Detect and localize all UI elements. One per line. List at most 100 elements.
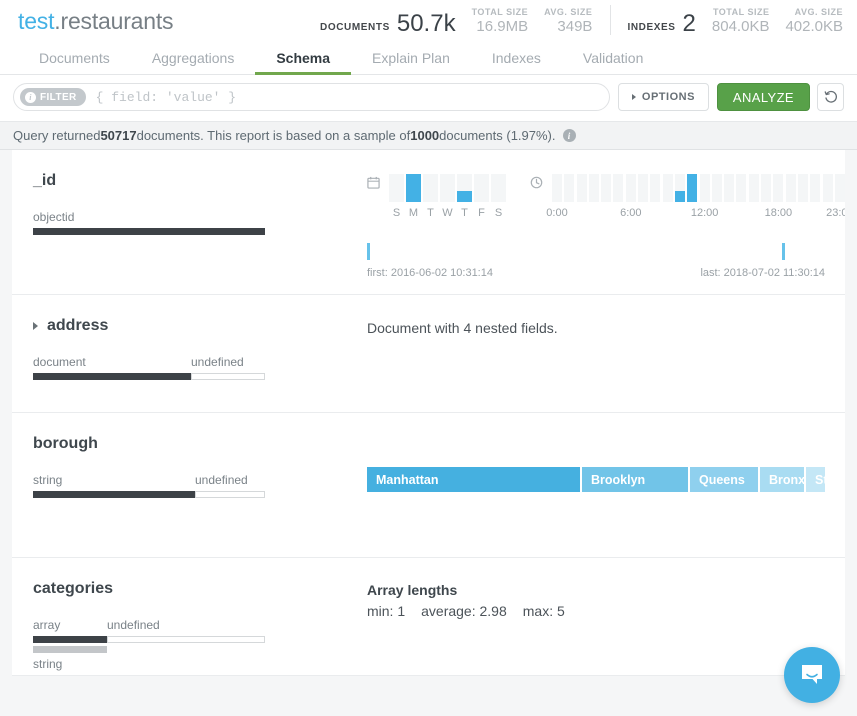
value-bar-staten-island[interactable]: Staten Island [806,467,825,492]
hour-bar-7[interactable] [638,174,649,202]
day-bar-T-4[interactable] [457,174,472,202]
hour-bar-13[interactable] [711,174,722,202]
type-bar-objectid[interactable] [33,228,265,235]
documents-avg-size: AVG. SIZE 349B [544,7,592,35]
tab-documents[interactable]: Documents [18,42,131,74]
value-bar-bronx[interactable]: Bronx [760,467,804,492]
day-bar-M-1[interactable] [406,174,421,202]
field-visualization: Manhattan Brooklyn Queens Bronx Staten Islan… [367,435,845,557]
hour-bar-14[interactable] [724,174,735,202]
type-bar-undefined[interactable] [195,491,265,498]
type-label: undefined [191,355,244,369]
field-name-label: address [47,317,109,334]
sampling-sample-count: 1000 [410,128,440,143]
documents-total-size-value: 16.9MB [476,18,529,35]
day-bar-T-2[interactable] [423,174,438,202]
day-bar-F-5[interactable] [474,174,489,202]
hour-bar-20[interactable] [797,174,808,202]
hour-bar-16[interactable] [748,174,759,202]
tab-indexes[interactable]: Indexes [471,42,562,74]
type-bar-undefined[interactable] [107,636,265,643]
timeline-last-label: last: 2018-07-02 11:30:14 [700,267,825,279]
reset-query-button[interactable] [817,83,844,111]
day-bar-S-0[interactable] [389,174,404,202]
hour-bar-0[interactable] [552,174,562,202]
hour-bar-22[interactable] [822,174,833,202]
array-lengths-block: Array lengths min: 1 average: 2.98 max: 5 [367,580,825,619]
hour-bar-5[interactable] [613,174,624,202]
type-labels: array undefined [33,618,367,633]
schema-field-id: _id objectid S M T W T F S 0:00 6:00 12:00 18:00 23:0… [12,150,845,295]
date-chart-row: SMTWTFS 0:006:0012:0018:0023:00 [367,172,845,221]
field-visualization: Array lengths min: 1 average: 2.98 max: 5 [367,580,845,675]
type-bar-undefined[interactable] [191,373,265,380]
type-bar-row [33,373,367,380]
query-bar: i FILTER { field: 'value' } OPTIONS ANAL… [0,75,857,121]
stats-divider [610,4,612,35]
day-tick: T [461,207,468,219]
hour-bar-11[interactable] [687,174,698,202]
hour-bar-4[interactable] [601,174,612,202]
field-info: categories array undefined string [12,580,367,675]
type-bar-string[interactable] [33,646,107,653]
type-breakdown: objectid [33,210,367,235]
type-bar-array[interactable] [33,636,107,643]
options-button[interactable]: OPTIONS [617,83,709,111]
field-info: borough string undefined [12,435,367,557]
date-field-charts: SMTWTFS0:006:0012:0018:0023:00first: 201… [367,172,845,289]
field-name[interactable]: categories [33,580,367,598]
tab-explain-plan[interactable]: Explain Plan [351,42,471,74]
value-bar-label: Brooklyn [591,472,646,487]
day-bar-W-3[interactable] [440,174,455,202]
type-label: string [33,473,63,487]
type-label: document [33,355,86,369]
type-labels: objectid [33,210,367,225]
tab-validation[interactable]: Validation [562,42,664,74]
documents-count: 50.7k [396,9,456,37]
tab-aggregations[interactable]: Aggregations [131,42,256,74]
sampling-info-icon[interactable]: i [562,129,576,142]
sampling-prefix: Query returned [13,128,101,143]
hour-bar-23[interactable] [834,174,845,202]
hour-bar-12[interactable] [699,174,710,202]
type-breakdown: string undefined [33,473,367,498]
tab-schema[interactable]: Schema [255,42,351,75]
day-bar-S-6[interactable] [491,174,506,202]
analyze-button[interactable]: ANALYZE [716,83,810,111]
hour-bar-17[interactable] [761,174,772,202]
hour-bar-3[interactable] [588,174,599,202]
hour-bar-2[interactable] [576,174,587,202]
calendar-icon-wrap [367,176,380,194]
field-name[interactable]: address [33,317,367,335]
hour-bar-1[interactable] [564,174,575,202]
collection-name: restaurants [60,7,174,34]
type-bar-string[interactable] [33,491,195,498]
hour-bar-15[interactable] [736,174,747,202]
documents-caption: DOCUMENTS [320,21,390,33]
field-name[interactable]: _id [33,172,367,190]
chat-launcher-button[interactable] [784,647,840,703]
hour-bar-21[interactable] [810,174,821,202]
documents-total-size: TOTAL SIZE 16.9MB [472,7,529,35]
field-name[interactable]: borough [33,435,367,453]
database-name: test [18,7,55,34]
day-tick: S [392,207,401,219]
namespace-title: test.restaurants [18,7,174,35]
hour-bar-10[interactable] [674,174,685,202]
schema-field-list[interactable]: _id objectid S M T W T F S 0:00 6:00 12:00 18:00 23:0… [0,150,857,710]
hour-bar-9[interactable] [662,174,673,202]
hour-of-day-chart[interactable]: 0:00 6:00 12:00 18:00 23:00 [530,174,845,221]
filter-input[interactable]: i FILTER { field: 'value' } [13,83,610,111]
value-bar-manhattan[interactable]: Manhattan [367,467,580,492]
value-bar-queens[interactable]: Queens [690,467,758,492]
hour-bar-18[interactable] [773,174,784,202]
day-of-week-chart[interactable]: SMTWTFS [367,174,508,221]
chevron-right-icon[interactable] [33,322,38,330]
hour-bar-6[interactable] [625,174,636,202]
hour-bar-8[interactable] [650,174,661,202]
field-name-label: borough [33,435,98,452]
hour-of-day-bars [552,174,845,202]
hour-bar-19[interactable] [785,174,796,202]
type-bar-document[interactable] [33,373,191,380]
value-bar-brooklyn[interactable]: Brooklyn [582,467,688,492]
